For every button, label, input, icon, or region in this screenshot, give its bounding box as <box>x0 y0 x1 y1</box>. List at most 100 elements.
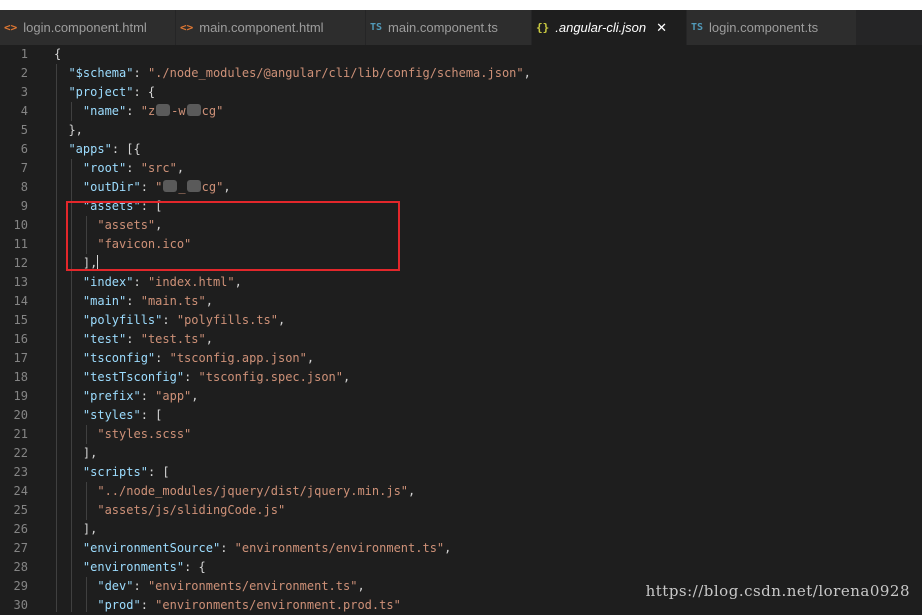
code-text: "test": "test.ts", <box>54 330 213 349</box>
text-cursor <box>97 255 99 270</box>
punctuation: : [ <box>140 199 163 213</box>
line-number: 21 <box>13 427 28 441</box>
punctuation <box>54 560 83 574</box>
line-number: 20 <box>13 408 28 422</box>
punctuation <box>54 579 97 593</box>
code-text: ], <box>54 444 97 463</box>
json-key: "apps" <box>68 142 112 156</box>
line-number: 24 <box>13 484 28 498</box>
tab-angular-cli-json[interactable]: {} .angular-cli.json ✕ <box>532 10 687 45</box>
tab-login-component-html[interactable]: <> login.component.html <box>0 10 176 45</box>
code-line: 11 "favicon.ico" <box>0 235 922 254</box>
json-key: "scripts" <box>82 465 148 479</box>
json-string: "test.ts" <box>140 332 206 346</box>
json-string: "z <box>140 104 156 118</box>
json-string: "assets/js/slidingCode.js" <box>97 503 286 517</box>
punctuation: : <box>140 389 156 403</box>
code-text: "assets": [ <box>54 197 162 216</box>
json-file-icon: {} <box>536 21 550 34</box>
punctuation <box>54 199 83 213</box>
punctuation <box>54 313 83 327</box>
code-text: "environmentSource": "environments/envir… <box>54 539 451 558</box>
code-text: "styles": [ <box>54 406 162 425</box>
line-number: 17 <box>13 351 28 365</box>
tab-label: .angular-cli.json <box>555 20 647 35</box>
json-key: "tsconfig" <box>82 351 156 365</box>
close-icon[interactable]: ✕ <box>656 20 667 36</box>
punctuation: : <box>126 294 141 308</box>
code-text: "root": "src", <box>54 159 184 178</box>
tab-label: login.component.html <box>23 20 147 35</box>
line-number: 4 <box>20 104 28 118</box>
code-text: "../node_modules/jquery/dist/jquery.min.… <box>54 482 415 501</box>
line-number: 1 <box>20 47 28 61</box>
line-number: 15 <box>13 313 28 327</box>
code-text: "assets", <box>54 216 162 235</box>
tab-main-component-html[interactable]: <> main.component.html <box>176 10 366 45</box>
line-number: 19 <box>13 389 28 403</box>
line-number: 27 <box>13 541 28 555</box>
punctuation: : <box>220 541 235 555</box>
code-line: 4 "name": "z -w cg" <box>0 102 922 121</box>
tab-main-component-ts[interactable]: TS main.component.ts <box>366 10 532 45</box>
line-number: 18 <box>13 370 28 384</box>
punctuation <box>54 389 83 403</box>
line-number: 23 <box>13 465 28 479</box>
punctuation: , <box>306 351 315 365</box>
json-string: "environments/environment.ts" <box>147 579 358 593</box>
code-text: "outDir": " _ cg", <box>54 178 231 197</box>
json-string: "environments/environment.prod.ts" <box>155 598 401 612</box>
punctuation <box>54 161 83 175</box>
code-text: ], <box>54 254 99 273</box>
json-string: "environments/environment.ts" <box>234 541 445 555</box>
punctuation: : { <box>133 85 156 99</box>
tab-label: main.component.ts <box>388 20 498 35</box>
code-line: 16 "test": "test.ts", <box>0 330 922 349</box>
json-string: "favicon.ico" <box>97 237 192 251</box>
code-line: 10 "assets", <box>0 216 922 235</box>
punctuation: : <box>126 161 141 175</box>
punctuation <box>54 218 97 232</box>
punctuation: : <box>140 598 156 612</box>
line-number: 10 <box>13 218 28 232</box>
tab-login-component-ts[interactable]: TS login.component.ts <box>687 10 857 45</box>
watermark-text: https://blog.csdn.net/lorena0928 <box>645 582 910 600</box>
json-string: "tsconfig.app.json" <box>169 351 307 365</box>
punctuation: : { <box>184 560 206 574</box>
punctuation: : [ <box>147 465 170 479</box>
window-top-strip <box>0 0 922 10</box>
punctuation: : <box>184 370 199 384</box>
line-number: 25 <box>13 503 28 517</box>
json-key: "environments" <box>82 560 185 574</box>
code-line: 25 "assets/js/slidingCode.js" <box>0 501 922 520</box>
json-key: "dev" <box>97 579 134 593</box>
code-line: 3 "project": { <box>0 83 922 102</box>
punctuation <box>54 370 83 384</box>
json-key: "main" <box>82 294 127 308</box>
punctuation: , <box>523 66 531 80</box>
typescript-file-icon: TS <box>370 22 383 33</box>
code-text: "favicon.ico" <box>54 235 191 254</box>
punctuation: , <box>408 484 416 498</box>
punctuation: : <box>133 275 148 289</box>
punctuation: , <box>155 218 163 232</box>
punctuation <box>54 598 97 612</box>
punctuation <box>54 180 83 194</box>
html-file-icon: <> <box>4 21 18 34</box>
line-number: 3 <box>20 85 28 99</box>
punctuation: , <box>278 313 286 327</box>
code-text: { <box>54 45 61 64</box>
code-text: "scripts": [ <box>54 463 170 482</box>
code-editor[interactable]: 1{2 "$schema": "./node_modules/@angular/… <box>0 45 922 612</box>
punctuation: , <box>343 370 351 384</box>
code-text: "index": "index.html", <box>54 273 242 292</box>
code-text: "assets/js/slidingCode.js" <box>54 501 285 520</box>
punctuation: : <box>126 332 141 346</box>
code-line: 22 ], <box>0 444 922 463</box>
punctuation: : <box>133 579 148 593</box>
line-number: 26 <box>13 522 28 536</box>
line-number: 9 <box>20 199 28 213</box>
tab-label: login.component.ts <box>709 20 819 35</box>
code-text: ], <box>54 520 97 539</box>
line-number: 6 <box>20 142 28 156</box>
